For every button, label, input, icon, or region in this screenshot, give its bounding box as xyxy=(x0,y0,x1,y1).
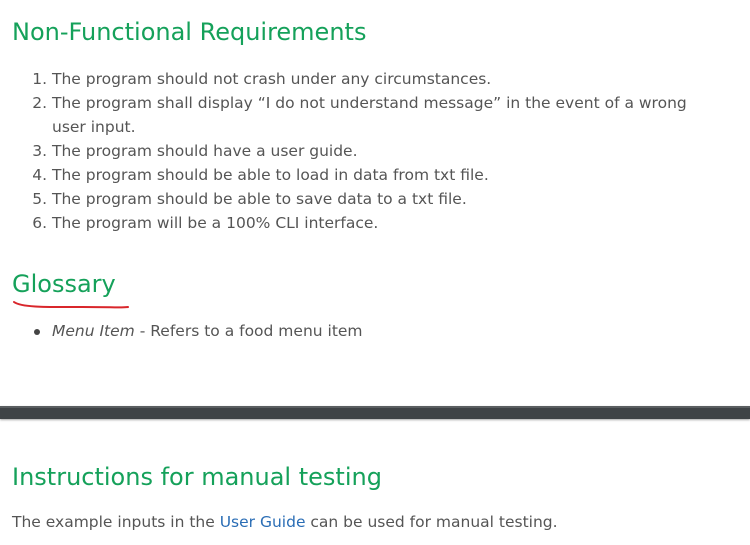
glossary-entry: Menu Item - Refers to a food menu item xyxy=(34,319,750,343)
glossary-section: Glossary Menu Item - Refers to a food me… xyxy=(12,268,750,343)
section-divider xyxy=(0,406,750,419)
glossary-list: Menu Item - Refers to a food menu item xyxy=(12,319,750,343)
paragraph-text: The example inputs in the xyxy=(12,513,220,531)
list-item: The program should be able to save data … xyxy=(52,187,712,211)
list-item: The program shall display “I do not unde… xyxy=(52,91,712,139)
glossary-definition: - Refers to a food menu item xyxy=(134,322,363,340)
list-item: The program should not crash under any c… xyxy=(52,67,712,91)
list-item: The program should be able to load in da… xyxy=(52,163,712,187)
list-item: The program should have a user guide. xyxy=(52,139,712,163)
nfr-section: Non-Functional Requirements The program … xyxy=(12,16,750,235)
requirements-list: The program should not crash under any c… xyxy=(12,67,712,235)
paragraph-text: can be used for manual testing. xyxy=(305,513,558,531)
manual-testing-heading: Instructions for manual testing xyxy=(12,463,382,491)
glossary-term: Menu Item xyxy=(52,322,135,340)
list-item: The program will be a 100% CLI interface… xyxy=(52,211,712,235)
glossary-heading: Glossary xyxy=(12,270,116,298)
nfr-heading: Non-Functional Requirements xyxy=(12,18,367,46)
user-guide-link[interactable]: User Guide xyxy=(220,513,306,531)
manual-testing-section: Instructions for manual testing The exam… xyxy=(12,461,750,534)
manual-testing-paragraph: The example inputs in the User Guide can… xyxy=(12,510,750,534)
red-underline-annotation xyxy=(13,301,129,309)
